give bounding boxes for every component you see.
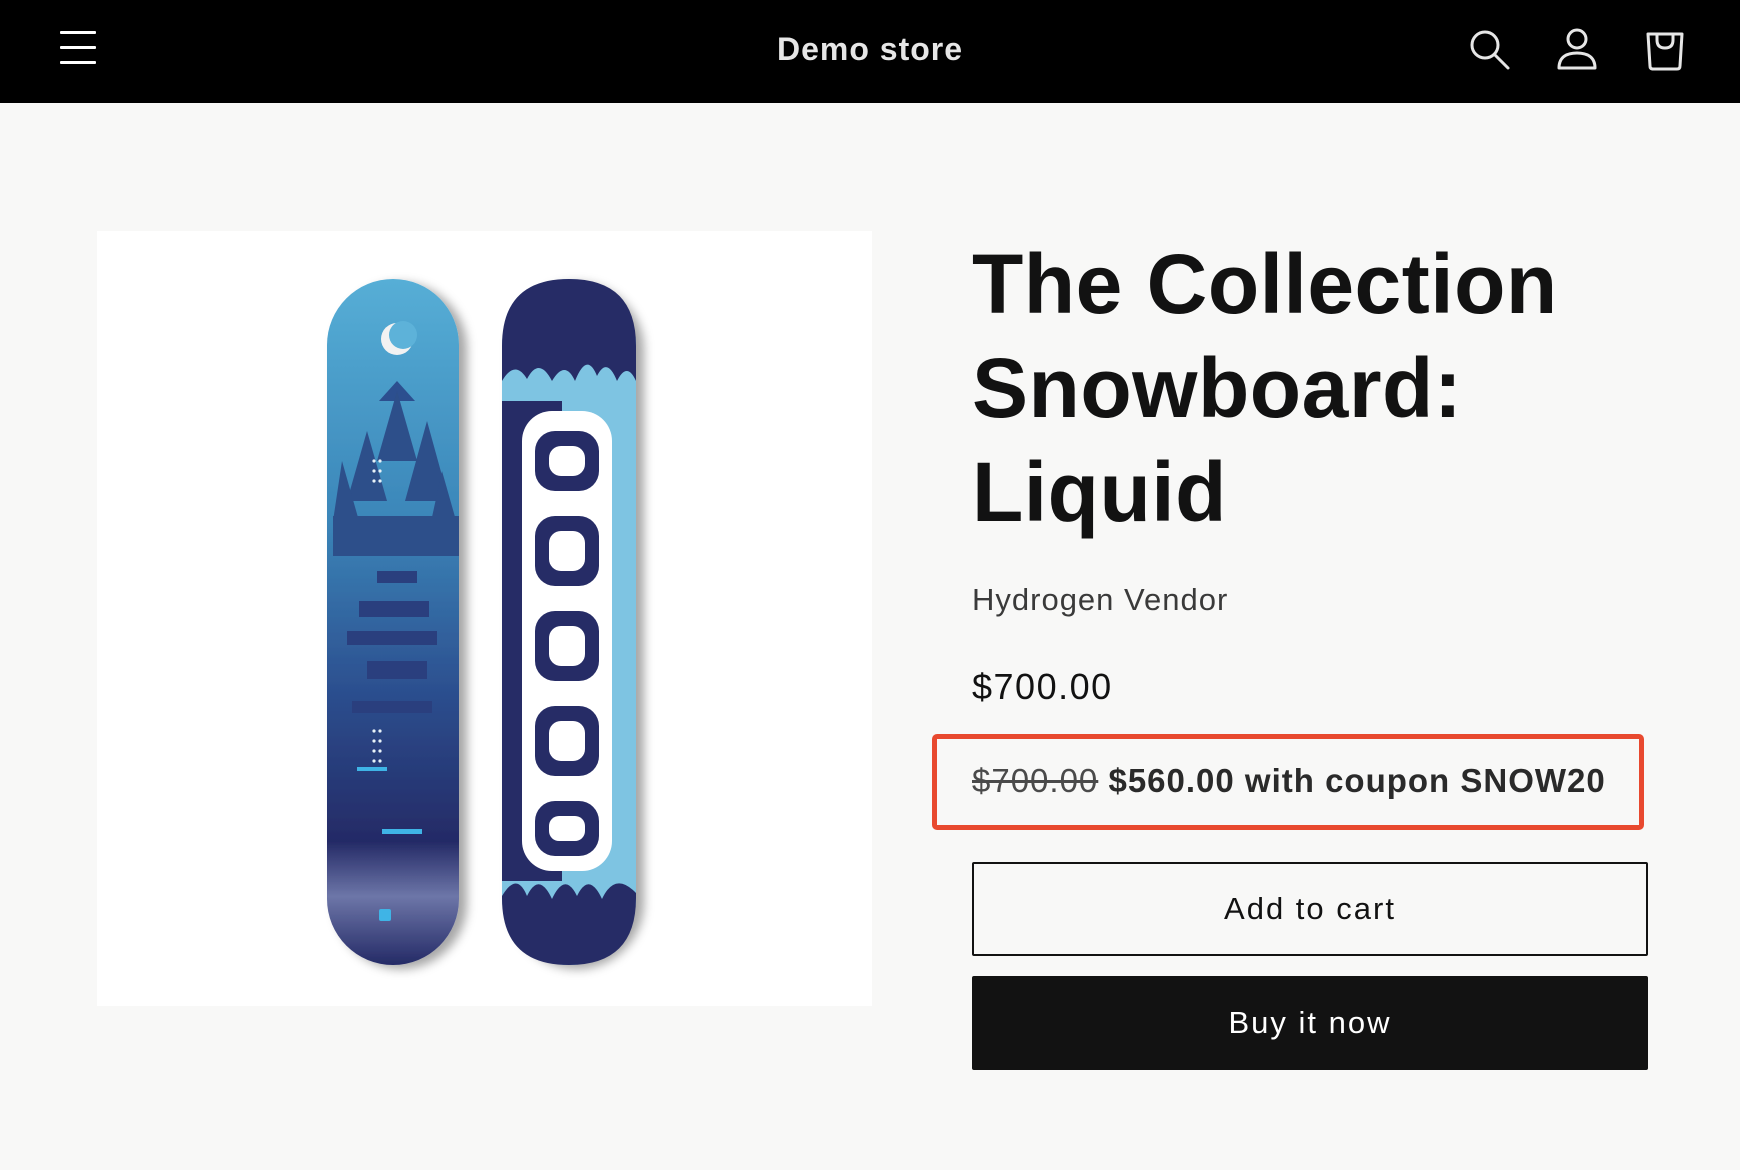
coupon-price-line: $700.00 $560.00 with coupon SNOW20	[972, 762, 1606, 800]
hamburger-menu-icon[interactable]	[56, 28, 104, 68]
coupon-discount-text: $560.00 with coupon SNOW20	[1108, 762, 1606, 799]
original-price-strikethrough: $700.00	[972, 762, 1099, 799]
account-icon[interactable]	[1554, 26, 1600, 72]
product-vendor: Hydrogen Vendor	[972, 582, 1229, 617]
product-price: $700.00	[972, 666, 1113, 707]
search-icon[interactable]	[1466, 26, 1512, 72]
product-info: The Collection Snowboard: Liquid	[972, 232, 1652, 544]
product-title: The Collection Snowboard: Liquid	[972, 237, 1558, 539]
product-image[interactable]	[97, 231, 872, 1006]
snowboard-image	[327, 279, 636, 965]
cart-icon[interactable]	[1642, 26, 1688, 72]
buy-it-now-button[interactable]: Buy it now	[972, 976, 1648, 1070]
add-to-cart-button[interactable]: Add to cart	[972, 862, 1648, 956]
site-header: Demo store	[0, 0, 1740, 103]
